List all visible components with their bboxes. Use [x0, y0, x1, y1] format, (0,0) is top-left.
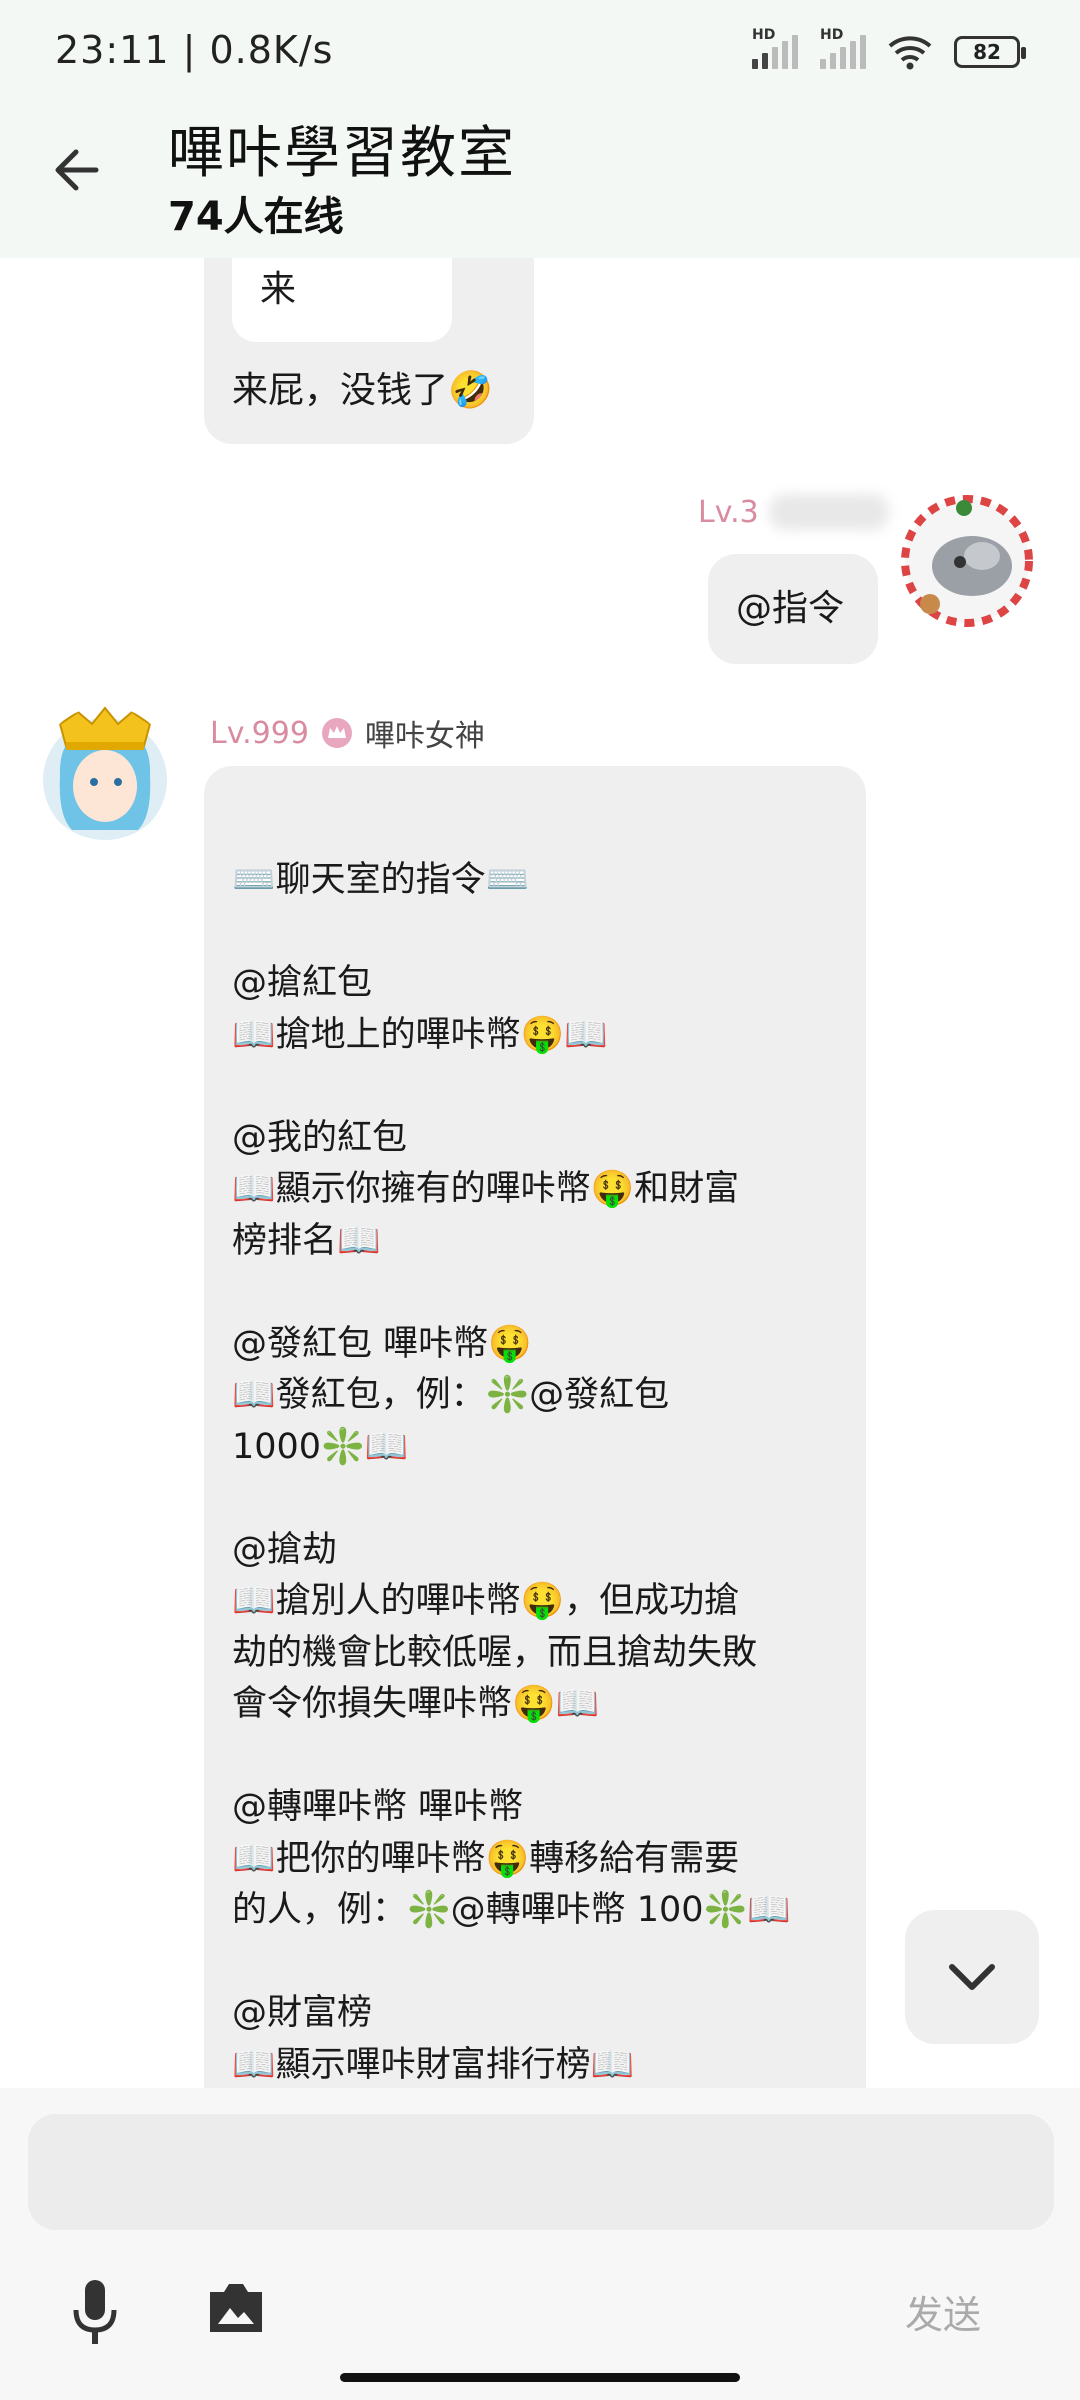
crown-badge-icon: [321, 718, 352, 748]
command-line: [232, 1267, 852, 1319]
signal-hd-label: HD: [820, 27, 844, 43]
command-line: 會令你損失嗶咔幣🤑📖: [232, 1684, 600, 1724]
avatar[interactable]: [38, 706, 172, 840]
chevron-down-icon: [949, 1964, 995, 1990]
message-input[interactable]: [28, 2114, 1054, 2230]
scroll-to-bottom-button[interactable]: [905, 1910, 1039, 2044]
page-title: 嗶咔學習教室: [168, 121, 516, 186]
command-line: [232, 907, 852, 959]
command-line: [232, 1061, 852, 1113]
quoted-text: 来: [260, 269, 297, 310]
message-text: @指令: [736, 588, 845, 629]
command-line: [232, 1473, 852, 1525]
user-level: Lv.3: [698, 494, 759, 530]
command-line: 📖把你的嗶咔幣🤑轉移給有需要: [232, 1838, 740, 1879]
signal-hd-label: HD: [752, 27, 776, 43]
command-line: 榜排名📖: [232, 1220, 381, 1261]
command-line: @發紅包 嗶咔幣🤑: [232, 1323, 532, 1364]
user-name: 嗶咔女神: [364, 719, 485, 754]
command-line: @搶劫: [232, 1529, 338, 1570]
arrow-left-icon[interactable]: [48, 140, 108, 200]
chat-messages[interactable]: 来 来屁，没钱了🤣 Lv.3 @指令 Lv.999 嗶咔女神 ⌨️聊天室的指令⌨…: [0, 258, 1080, 2088]
quoted-message: 来: [232, 258, 452, 342]
command-line: 1000❇️📖: [232, 1426, 409, 1467]
sender-info: Lv.3: [698, 494, 889, 530]
message-bubble[interactable]: 来 来屁，没钱了🤣: [204, 258, 534, 444]
command-line: [232, 1937, 852, 1989]
user-name-blurred: [768, 494, 889, 530]
command-line: 📖搶別人的嗶咔幣🤑，但成功搶: [232, 1581, 740, 1621]
image-icon[interactable]: [206, 2280, 266, 2336]
microphone-icon[interactable]: [70, 2278, 120, 2348]
command-line: 📖顯示嗶咔財富排行榜📖: [232, 2044, 635, 2085]
command-line: ⌨️聊天室的指令⌨️: [232, 860, 530, 900]
command-line: 📖發紅包，例：❇️@發紅包: [232, 1375, 670, 1415]
status-icons: HD HD 82: [752, 27, 1026, 74]
sender-info: Lv.999 嗶咔女神: [210, 711, 485, 755]
send-button[interactable]: 发送: [905, 2284, 981, 2339]
command-line: [232, 1731, 852, 1783]
command-line: @財富榜: [232, 1993, 373, 2033]
command-line: @搶紅包: [232, 963, 373, 1003]
battery-icon: 82: [954, 36, 1026, 68]
message-bubble[interactable]: @指令: [708, 554, 878, 664]
command-line: 的人，例：❇️@轉嗶咔幣 100❇️📖: [232, 1890, 791, 1930]
command-line: 📖搶地上的嗶咔幣🤑📖: [232, 1014, 608, 1055]
online-count: 74人在线: [168, 194, 344, 240]
status-bar: 23:11 | 0.8K/s HD HD 82: [0, 0, 1080, 100]
command-line: 📖顯示你擁有的嗶咔幣🤑和財富: [232, 1169, 740, 1209]
avatar-image: [43, 706, 167, 840]
message-text: 来屁，没钱了🤣: [232, 370, 493, 411]
command-list: ⌨️聊天室的指令⌨️ @搶紅包 📖搶地上的嗶咔幣🤑📖 @我的紅包 📖顯示你擁有的…: [232, 855, 852, 2088]
avatar-image: [901, 495, 1033, 627]
wifi-icon: [888, 36, 932, 70]
command-line: @我的紅包: [232, 1117, 408, 1158]
signal-icon: HD: [752, 27, 798, 69]
status-time: 23:11 | 0.8K/s: [55, 28, 334, 72]
composer: 发送: [0, 2088, 1080, 2400]
command-line: @轉嗶咔幣 嗶咔幣: [232, 1787, 524, 1827]
avatar[interactable]: [900, 494, 1034, 628]
signal-icon: HD: [820, 27, 866, 69]
home-indicator[interactable]: [340, 2373, 740, 2382]
user-level: Lv.999: [210, 715, 309, 751]
command-line: 劫的機會比較低喔，而且搶劫失敗: [232, 1632, 758, 1673]
chat-header: 嗶咔學習教室 74人在线: [0, 100, 1080, 258]
